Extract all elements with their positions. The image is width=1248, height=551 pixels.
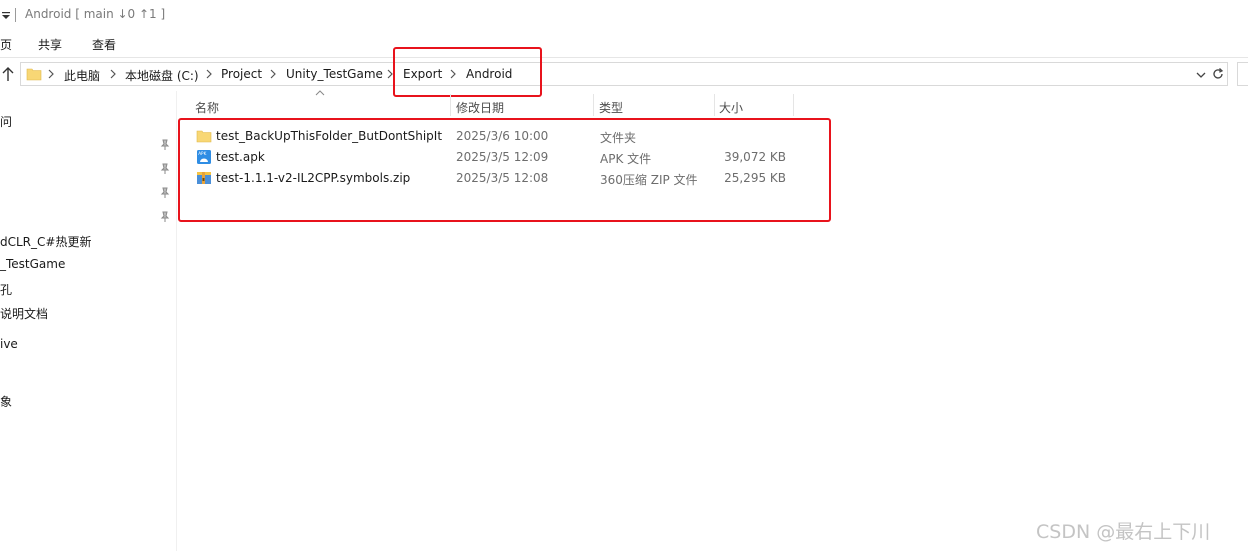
column-header-size-label: 大小 [719,101,744,115]
chevron-right-icon[interactable] [205,69,213,79]
column-header-name[interactable]: 名称 [190,91,450,118]
column-divider[interactable] [793,94,794,116]
column-header-date[interactable]: 修改日期 [451,91,593,118]
up-arrow-icon[interactable] [1,66,15,82]
nav-item[interactable]: _TestGame [0,257,65,271]
column-header-type-label: 类型 [599,101,624,115]
tab-share[interactable]: 共享 [38,36,62,53]
pin-icon[interactable] [159,211,171,223]
nav-item[interactable]: ive [0,337,18,351]
watermark: CSDN @最右上下川 [1036,521,1211,543]
quick-access-dropdown-icon[interactable] [1,11,11,21]
nav-item[interactable]: 象 [0,393,12,410]
nav-item[interactable]: 问 [0,113,12,130]
column-header-date-label: 修改日期 [456,101,505,115]
ribbon-tabs: 页 共享 查看 [0,30,1248,58]
column-header-type[interactable]: 类型 [594,91,714,118]
nav-item[interactable]: 孔 [0,281,12,298]
column-header-size[interactable]: 大小 [715,91,793,118]
column-header-name-label: 名称 [195,101,220,115]
nav-item[interactable]: dCLR_C#热更新 [0,233,91,250]
window-title: Android [ main ↓0 ↑1 ] [25,7,166,21]
tab-home[interactable]: 页 [0,36,12,53]
file-list-highlight-box [178,118,831,222]
breadcrumb-project[interactable]: Project [221,67,262,81]
chevron-right-icon[interactable] [269,69,277,79]
chevron-down-icon[interactable] [1195,69,1207,81]
pin-icon[interactable] [159,163,171,175]
folder-icon [26,68,42,81]
breadcrumb-local-disk[interactable]: 本地磁盘 (C:) [125,67,199,84]
nav-item[interactable]: 说明文档 [0,305,48,322]
chevron-right-icon[interactable] [47,69,55,79]
title-separator [15,8,16,22]
chevron-right-icon[interactable] [109,69,117,79]
refresh-icon[interactable] [1211,67,1225,81]
title-bar: Android [ main ↓0 ↑1 ] [0,0,1248,30]
navigation-pane: 问 dCLR_C#热更新 _TestGame 孔 说明文档 ive 象 [0,91,177,551]
address-highlight-box [393,47,542,97]
pin-icon[interactable] [159,187,171,199]
address-row: 此电脑 本地磁盘 (C:) Project Unity_TestGame Exp… [0,58,1248,91]
pin-icon[interactable] [159,139,171,151]
address-bar[interactable]: 此电脑 本地磁盘 (C:) Project Unity_TestGame Exp… [20,62,1228,86]
search-input[interactable] [1237,62,1248,86]
breadcrumb-unity-testgame[interactable]: Unity_TestGame [286,67,383,81]
breadcrumb-this-pc[interactable]: 此电脑 [64,67,100,84]
tab-view[interactable]: 查看 [92,36,116,53]
